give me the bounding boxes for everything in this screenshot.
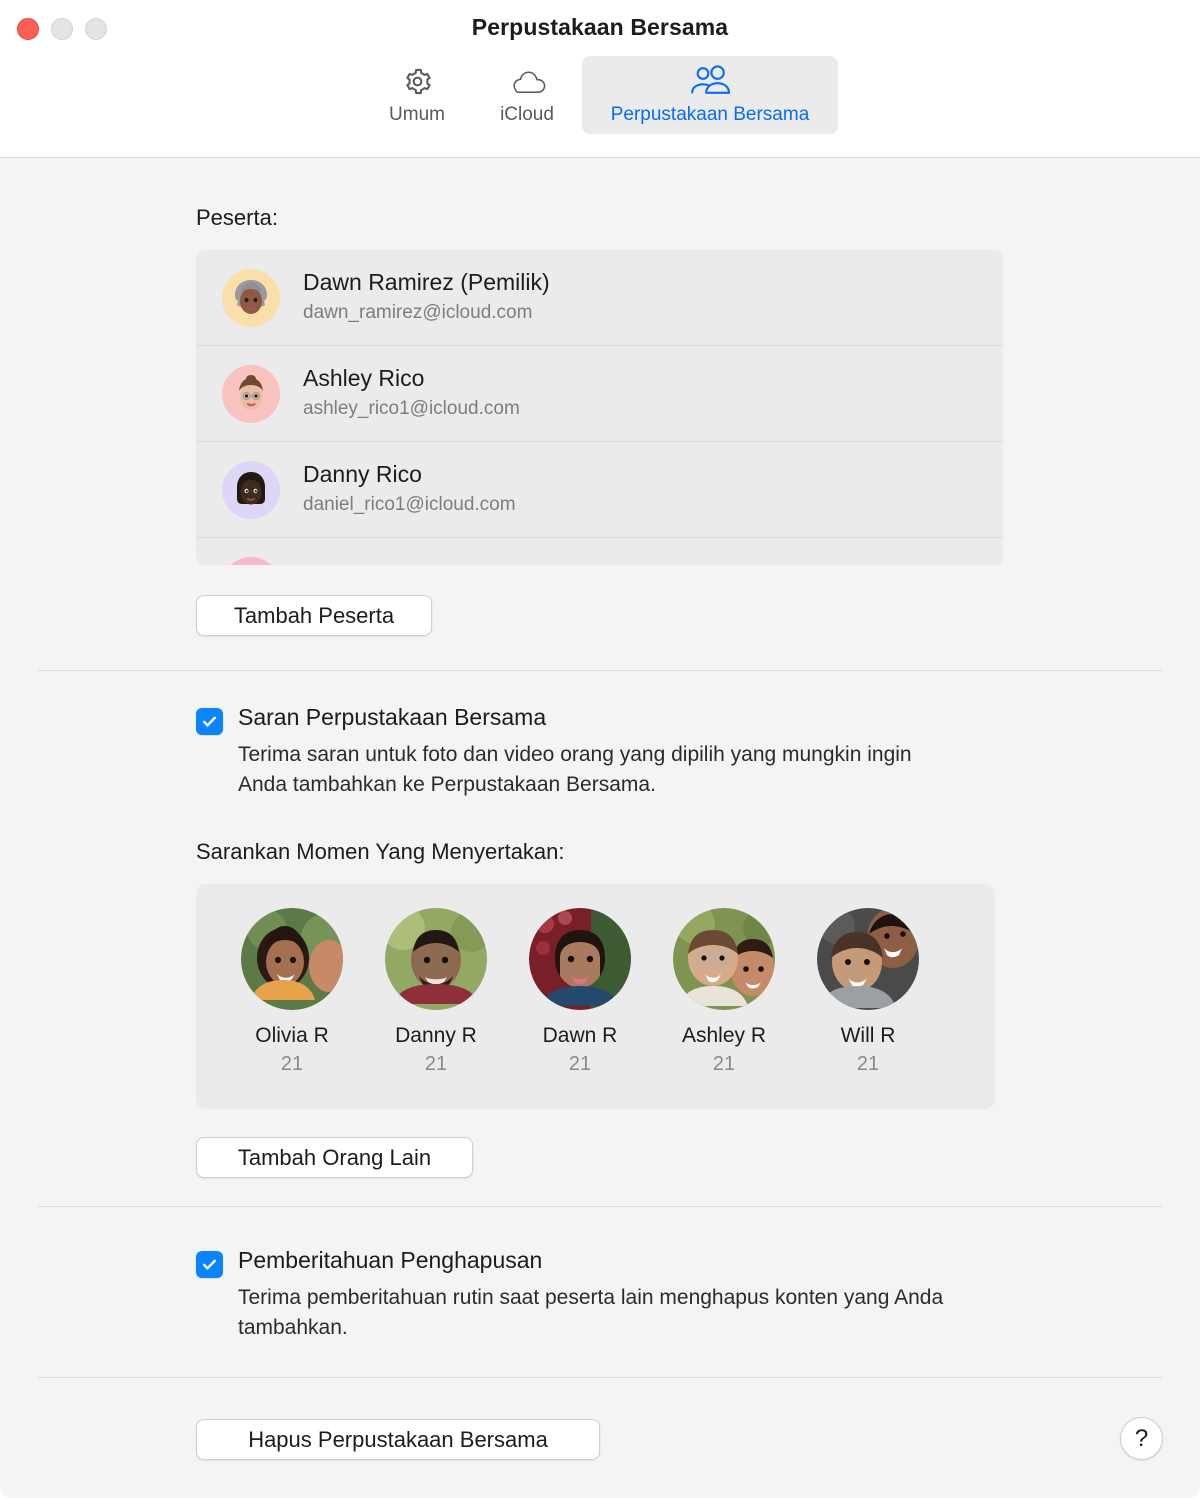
suggested-person-count: 21 [280,1053,304,1075]
participant-text: Dawn Ramirez (Pemilik) dawn_ramirez@iclo… [303,268,550,326]
cloud-icon [509,65,546,98]
checkbox-deletion-notifications[interactable] [196,1251,223,1278]
suggested-person-count: 21 [424,1053,448,1075]
suggested-person-name: Dawn R [542,1024,618,1047]
add-participant-button[interactable]: Tambah Peserta [196,595,432,636]
divider-bottom [38,1377,1162,1378]
suggested-person-name: Danny R [395,1024,477,1047]
participant-row-partial[interactable] [196,538,1003,565]
suggested-person[interactable]: Ashley R 21 [652,908,796,1076]
toolbar-tabs: Umum iCloud Perpustakaan Bersama [0,56,1200,134]
suggested-person-count: 21 [568,1053,592,1075]
suggested-person-name: Olivia R [255,1024,329,1047]
participant-text: Ashley Rico ashley_rico1@icloud.com [303,364,520,422]
participant-email: daniel_rico1@icloud.com [303,494,516,516]
participant-row[interactable]: Dawn Ramirez (Pemilik) dawn_ramirez@iclo… [196,250,1003,346]
participant-name: Ashley Rico [303,365,425,392]
tab-perpustakaan-bersama[interactable]: Perpustakaan Bersama [582,56,838,134]
people-group-icon [688,65,732,98]
suggest-moments-label: Sarankan Momen Yang Menyertakan: [196,839,565,864]
participants-list[interactable]: Dawn Ramirez (Pemilik) dawn_ramirez@iclo… [196,250,1003,565]
portrait-olivia-icon [241,908,343,1010]
suggested-person[interactable]: Olivia R 21 [220,908,364,1076]
avatar [222,268,280,327]
suggested-person-count: 21 [856,1053,880,1075]
tab-icloud[interactable]: iCloud [472,56,582,134]
suggested-person-count: 21 [712,1053,736,1075]
suggested-person[interactable]: Danny R 21 [364,908,508,1076]
suggested-people-box: Olivia R 21 Danny R 21 Dawn R 21 Ashley … [196,884,995,1109]
participant-name: Danny Rico [303,461,422,488]
participant-row[interactable]: Danny Rico daniel_rico1@icloud.com [196,442,1003,538]
titlebar: Perpustakaan Bersama Umum iCloud Perpust… [0,0,1200,158]
tab-label-perpustakaan-bersama: Perpustakaan Bersama [610,104,810,125]
suggestions-checkbox-title: Saran Perpustakaan Bersama [238,704,547,730]
suggested-person-name: Ashley R [681,1024,767,1047]
delete-shared-library-button[interactable]: Hapus Perpustakaan Bersama [196,1419,600,1460]
portrait-dawn-icon [529,908,631,1010]
help-button[interactable]: ? [1120,1417,1163,1460]
suggested-person[interactable]: Will R 21 [796,908,940,1076]
participant-text: Danny Rico daniel_rico1@icloud.com [303,460,516,518]
tab-umum[interactable]: Umum [362,56,472,134]
add-other-people-button[interactable]: Tambah Orang Lain [196,1137,473,1178]
participants-label: Peserta: [196,205,278,230]
gear-icon [401,65,434,98]
divider-middle [38,1206,1162,1207]
checkbox-suggestions[interactable] [196,708,223,735]
divider-top [38,670,1162,671]
window-title: Perpustakaan Bersama [471,14,729,40]
preferences-window: Perpustakaan Bersama Umum iCloud Perpust… [0,0,1200,1498]
portrait-danny-icon [385,908,487,1010]
suggested-person-name: Will R [840,1024,896,1047]
deletion-checkbox-title: Pemberitahuan Penghapusan [238,1247,543,1273]
participant-name: Dawn Ramirez (Pemilik) [303,269,550,296]
avatar [222,557,280,565]
avatar [222,460,280,519]
participant-row[interactable]: Ashley Rico ashley_rico1@icloud.com [196,346,1003,442]
tab-label-icloud: iCloud [500,104,554,125]
suggested-person[interactable]: Dawn R 21 [508,908,652,1076]
suggestions-checkbox-description: Terima saran untuk foto dan video orang … [238,743,912,796]
portrait-ashley-icon [673,908,775,1010]
avatar [222,364,280,423]
content-area: Peserta: Dawn Ramirez (Pemilik) dawn_ram… [0,159,1200,1498]
tab-label-umum: Umum [389,104,445,125]
participant-email: dawn_ramirez@icloud.com [303,302,533,324]
portrait-will-icon [817,908,919,1010]
participant-email: ashley_rico1@icloud.com [303,398,520,420]
deletion-checkbox-description: Terima pemberitahuan rutin saat peserta … [238,1286,944,1339]
